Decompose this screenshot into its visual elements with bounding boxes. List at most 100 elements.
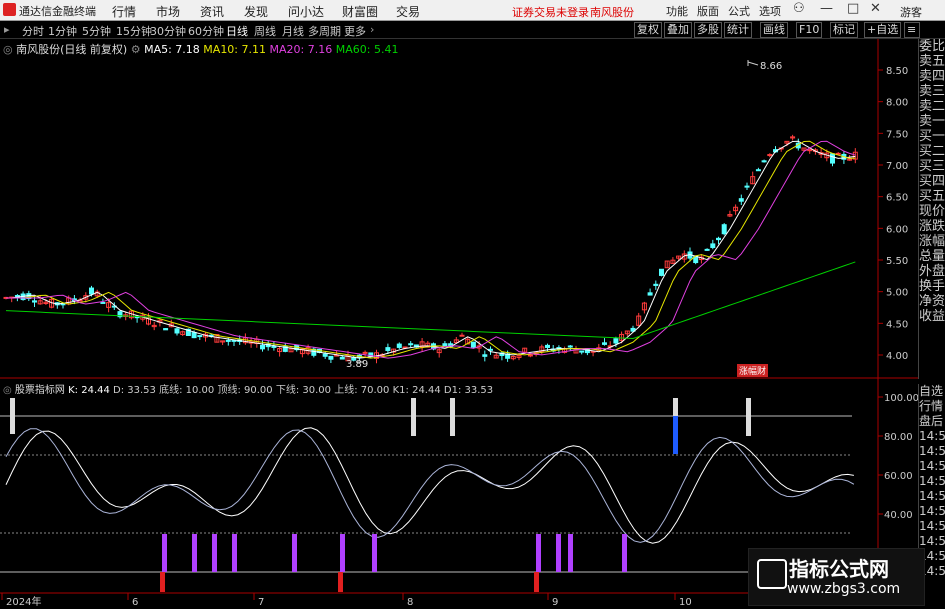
candle-body xyxy=(755,169,761,172)
indicator-value: 底线: 10.00 xyxy=(159,385,215,396)
tick-label: 14:50 xyxy=(919,504,945,518)
indicator-value: 上线: 70.00 xyxy=(334,385,390,396)
ma10-line xyxy=(6,140,856,359)
k-line xyxy=(5,427,854,544)
candle-body xyxy=(704,248,710,251)
indicator-value: D1: 33.53 xyxy=(443,385,494,396)
price-tick-label: 6.50 xyxy=(886,193,908,204)
price-tick-label: 8.00 xyxy=(886,98,908,109)
signal-bar xyxy=(622,534,627,572)
quote-label: 涨幅 xyxy=(919,234,945,249)
quote-label: 卖一 xyxy=(919,114,945,129)
candle-body xyxy=(738,198,744,202)
price-tick-label: 7.00 xyxy=(886,161,908,172)
tick-label: 14:50 xyxy=(919,534,945,548)
quote-label: 总量 xyxy=(919,249,945,264)
signal-bar xyxy=(411,398,416,436)
indicator-tick-label: 80.00 xyxy=(884,432,913,443)
candle-body xyxy=(716,237,721,241)
signal-bar xyxy=(450,398,455,436)
settings-icon[interactable]: ◎ xyxy=(3,385,12,396)
candle-body xyxy=(322,353,328,357)
time-tick-label: 7 xyxy=(258,597,264,608)
candle-body xyxy=(442,343,448,347)
d-line xyxy=(5,428,855,543)
quote-label: 买四 xyxy=(919,174,945,189)
signal-bar xyxy=(556,534,561,572)
tick-label[interactable]: 自选 xyxy=(919,384,945,399)
time-axis: 2024年 6 7 8 9 10 xyxy=(1,593,692,608)
watermark-title: 指标公式网 xyxy=(789,557,889,581)
time-tick-label: 9 xyxy=(552,597,558,608)
candle-body xyxy=(408,343,414,346)
candle-body xyxy=(710,243,716,248)
indicator-tick-label: 100.00 xyxy=(884,393,919,404)
candle-body xyxy=(191,332,197,339)
quote-label: 买三 xyxy=(919,159,945,174)
formula-icon xyxy=(757,559,787,589)
indicator-value: K: 24.44 xyxy=(68,385,110,396)
indicator-axis: 100.00 80.00 60.00 40.00 xyxy=(878,393,919,521)
ma10-label: MA10: 7.11 xyxy=(203,43,267,56)
indicator-legend: ◎ 股票指标网 K: 24.44 D: 33.53 底线: 10.00 顶线: … xyxy=(3,381,493,396)
signal-bar xyxy=(292,534,297,572)
tick-label[interactable]: 行情 xyxy=(919,399,945,414)
signal-bar xyxy=(372,534,377,572)
signal-bar xyxy=(162,534,167,572)
candle-body xyxy=(761,160,767,163)
quote-label: 外盘 xyxy=(919,264,945,279)
watermark-url: www.zbgs3.com xyxy=(787,581,901,597)
indicator-value: K1: 24.44 xyxy=(392,385,441,396)
signal-bar xyxy=(160,572,165,592)
low-label: 3.89 xyxy=(346,359,368,370)
candle-body xyxy=(482,354,488,357)
indicator-title: 股票指标网 xyxy=(14,385,65,396)
ma20-line xyxy=(6,140,856,359)
candle-body xyxy=(225,339,231,342)
tick-label: 14:50 xyxy=(919,429,945,443)
price-tick-label: 5.00 xyxy=(886,288,908,299)
candle-body xyxy=(807,149,813,152)
quote-label: 收益 xyxy=(919,309,945,324)
candle-body xyxy=(527,354,533,357)
candle-body xyxy=(613,338,619,344)
quote-label: 委比 xyxy=(919,39,945,54)
stock-title: 南风股份(日线 前复权) xyxy=(16,43,128,56)
signal-bar xyxy=(746,398,751,436)
tick-label: 14:50 xyxy=(919,489,945,503)
signal-bar xyxy=(568,534,573,572)
quote-label: 换手 xyxy=(919,279,945,294)
quote-label: 卖五 xyxy=(919,54,945,69)
signal-bar xyxy=(192,534,197,572)
candle-body xyxy=(470,341,476,348)
quote-label: 买五 xyxy=(919,189,945,204)
candle-body xyxy=(744,185,750,188)
price-tick-label: 6.00 xyxy=(886,224,908,235)
candle-body xyxy=(339,356,345,360)
indicator-value: D: 33.53 xyxy=(113,385,156,396)
candle-body xyxy=(767,154,773,157)
quote-panel: 委比 卖五 卖四 卖三 卖二 卖一 买一 买二 买三 买四 买五 现价 涨跌 涨幅 总量 外盘 换手 净资 收益 xyxy=(918,39,945,379)
tick-label[interactable]: 盘后 xyxy=(919,414,945,429)
price-tick-label: 5.50 xyxy=(886,256,908,267)
signal-bar xyxy=(10,398,15,434)
candle-body xyxy=(231,339,237,342)
candle-body xyxy=(647,292,653,296)
quote-label: 涨跌 xyxy=(919,219,945,234)
candle-body xyxy=(100,301,106,304)
candle-body xyxy=(174,328,180,334)
tick-label: 14:50 xyxy=(919,474,945,488)
candle-body xyxy=(328,355,334,360)
price-axis: 8.50 8.00 7.50 7.00 6.50 6.00 5.50 5.00 4.50 4.00 xyxy=(878,66,908,362)
signal-bars xyxy=(10,398,751,592)
ma-lines xyxy=(5,140,856,359)
signal-bar xyxy=(338,572,343,592)
signal-bar xyxy=(340,534,345,572)
candle-body xyxy=(60,303,66,306)
candles xyxy=(3,134,858,364)
candle-body xyxy=(197,335,203,338)
quote-label: 现价 xyxy=(919,204,945,219)
settings-icon[interactable]: ⚙ xyxy=(131,43,141,56)
badge[interactable]: 涨幅财 xyxy=(737,364,769,377)
settings-icon[interactable]: ◎ xyxy=(3,43,13,56)
